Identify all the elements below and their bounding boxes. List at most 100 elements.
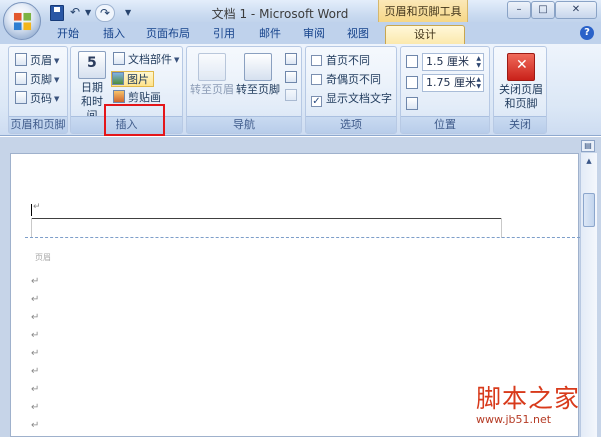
checkbox-icon	[311, 55, 322, 66]
different-odd-even-label: 奇偶页不同	[326, 73, 381, 86]
clip-art-icon	[113, 90, 125, 103]
office-logo-icon	[13, 12, 32, 31]
dropdown-arrow-icon: ▼	[54, 76, 60, 84]
picture-label: 图片	[127, 73, 149, 86]
save-icon[interactable]	[50, 5, 64, 21]
scroll-thumb[interactable]	[583, 193, 595, 227]
tab-design[interactable]: 设计	[385, 25, 465, 44]
paragraph-mark: ↵	[31, 294, 40, 305]
tab-review[interactable]: 审阅	[296, 25, 332, 44]
minimize-button[interactable]: –	[507, 1, 531, 19]
footer-icon	[15, 72, 27, 85]
footer-button[interactable]: 页脚 ▼	[15, 72, 59, 88]
dropdown-arrow-icon: ▼	[54, 95, 60, 103]
redo-icon[interactable]: ↷	[95, 4, 115, 22]
group-options: 首页不同 奇偶页不同 ✓ 显示文档文字 选项	[305, 46, 397, 134]
tab-references[interactable]: 引用	[206, 25, 242, 44]
spinner-arrows-icon[interactable]: ▲ ▼	[476, 76, 481, 90]
group-label-position: 位置	[401, 116, 489, 133]
paragraph-mark: ↵	[31, 384, 40, 395]
window-title: 文档 1 - Microsoft Word	[211, 7, 349, 21]
show-document-text-checkbox[interactable]: ✓ 显示文档文字	[311, 91, 392, 107]
paragraph-mark: ↵	[31, 420, 40, 431]
dropdown-arrow-icon: ▼	[174, 56, 180, 64]
group-label-navigation: 导航	[187, 116, 301, 133]
header-position-field[interactable]: 1.5 厘米 ▲ ▼	[422, 53, 484, 71]
header-position-value: 1.5 厘米	[426, 55, 469, 68]
view-ruler-icon[interactable]: ▤	[581, 140, 595, 152]
page-number-label: 页码	[30, 92, 52, 105]
page-number-icon	[15, 91, 27, 104]
group-label-insert: 插入	[71, 116, 182, 133]
footer-position-spinner[interactable]: 1.75 厘米 ▲ ▼	[404, 74, 488, 92]
previous-section-icon[interactable]	[285, 53, 297, 65]
different-first-page-label: 首页不同	[326, 54, 370, 67]
footer-position-value: 1.75 厘米	[426, 76, 476, 89]
undo-icon[interactable]: ↶	[70, 5, 80, 21]
tab-mailings[interactable]: 邮件	[252, 25, 288, 44]
goto-footer-icon	[244, 53, 272, 81]
paragraph-mark: ↵	[31, 402, 40, 413]
goto-header-label: 转至页眉	[190, 83, 234, 96]
next-section-icon[interactable]	[285, 71, 297, 83]
close-header-footer-button[interactable]: ✕ 关闭页眉和页脚	[495, 53, 547, 111]
footer-position-field[interactable]: 1.75 厘米 ▲ ▼	[422, 74, 484, 92]
document-parts-icon	[113, 52, 125, 65]
tab-insert[interactable]: 插入	[96, 25, 132, 44]
scroll-up-icon[interactable]: ▲	[583, 154, 595, 168]
header-bottom-border	[31, 218, 502, 219]
footer-label: 页脚	[30, 73, 52, 86]
watermark-url-text: www.jb51.net	[476, 413, 552, 426]
maximize-button[interactable]: □	[531, 1, 555, 19]
different-first-page-checkbox[interactable]: 首页不同	[311, 53, 370, 69]
show-document-text-label: 显示文档文字	[326, 92, 392, 105]
picture-button[interactable]: 图片	[111, 71, 154, 87]
close-button[interactable]: ✕	[555, 1, 597, 19]
paragraph-mark: ↵	[31, 330, 40, 341]
date-time-button[interactable]: 5 日期和时间	[74, 51, 110, 123]
goto-footer-label: 转至页脚	[236, 83, 280, 96]
header-icon	[15, 53, 27, 66]
tab-view[interactable]: 视图	[340, 25, 376, 44]
footer-position-icon	[406, 76, 418, 89]
help-icon[interactable]: ?	[580, 26, 594, 40]
header-position-icon	[406, 55, 418, 68]
document-parts-label: 文档部件	[128, 53, 172, 66]
group-label-options: 选项	[306, 116, 396, 133]
group-label-header-footer: 页眉和页脚	[9, 116, 67, 133]
clip-art-button[interactable]: 剪贴画	[113, 90, 161, 106]
goto-header-button[interactable]: 转至页眉	[189, 53, 235, 97]
text-cursor	[31, 204, 32, 216]
clip-art-label: 剪贴画	[128, 91, 161, 104]
paragraph-mark: ↵	[31, 276, 40, 287]
goto-footer-button[interactable]: 转至页脚	[235, 53, 281, 97]
site-watermark: 脚本之家 www.jb51.net	[476, 385, 596, 433]
paragraph-mark: ↵	[31, 348, 40, 359]
tab-page-layout[interactable]: 页面布局	[140, 25, 196, 44]
office-button[interactable]	[3, 2, 41, 40]
spinner-arrows-icon[interactable]: ▲ ▼	[476, 55, 481, 69]
ribbon-tab-row: 开始 插入 页面布局 引用 邮件 审阅 视图 设计 ?	[0, 22, 601, 44]
insert-alignment-tab-icon[interactable]	[406, 97, 418, 110]
header-separator-line	[25, 237, 580, 238]
group-position: 1.5 厘米 ▲ ▼ 1.75 厘米 ▲ ▼ 位置	[400, 46, 490, 134]
dropdown-arrow-icon: ▼	[54, 57, 60, 65]
different-odd-even-checkbox[interactable]: 奇偶页不同	[311, 72, 381, 88]
checkbox-icon	[311, 74, 322, 85]
document-parts-button[interactable]: 文档部件 ▼	[113, 52, 179, 68]
close-x-icon: ✕	[507, 53, 535, 81]
ribbon: 页眉▼ 页脚▼ 页码▼ 页眉和页脚 5 日期和时间 文档部件▼ 图片 剪贴画 插…	[0, 44, 601, 136]
tab-home[interactable]: 开始	[48, 25, 88, 44]
close-header-footer-label: 关闭页眉和页脚	[499, 83, 543, 110]
checkmark-icon: ✓	[311, 96, 322, 107]
link-to-previous-icon[interactable]	[285, 89, 297, 101]
page-number-button[interactable]: 页码 ▼	[15, 91, 59, 107]
picture-icon	[112, 72, 124, 85]
header-button[interactable]: 页眉 ▼	[15, 53, 59, 69]
group-header-footer: 页眉 ▼ 页脚 ▼ 页码 ▼ 页眉和页脚	[8, 46, 68, 134]
header-position-spinner[interactable]: 1.5 厘米 ▲ ▼	[404, 53, 488, 71]
header-box-right	[501, 218, 502, 238]
paragraph-mark: ↵	[31, 312, 40, 323]
watermark-cn-text: 脚本之家	[476, 384, 581, 413]
group-label-close: 关闭	[494, 116, 546, 133]
